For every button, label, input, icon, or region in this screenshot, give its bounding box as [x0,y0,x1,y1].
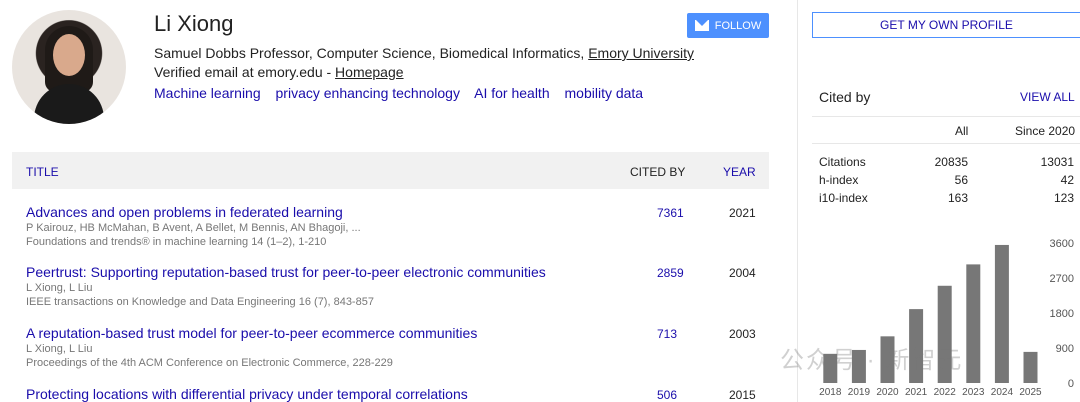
x-tick-label: 2025 [1019,387,1042,398]
bar-2023[interactable] [966,264,981,383]
table-row: A reputation-based trust model for peer-… [26,325,769,369]
cited-count[interactable]: 713 [657,327,677,341]
col-all-header: All [955,124,969,138]
table-header: TITLE CITED BY YEAR [12,152,769,189]
paper-venue: Proceedings of the 4th ACM Conference on… [26,357,393,369]
homepage-link[interactable]: Homepage [335,64,404,80]
x-tick-label: 2020 [876,387,899,398]
y-tick-label: 0 [1068,378,1074,390]
view-all-link[interactable]: VIEW ALL [1020,90,1075,104]
paper-year: 2021 [729,206,756,220]
paper-authors: L Xiong, L Liu [26,282,93,294]
paper-year: 2015 [729,388,756,402]
avatar [12,10,126,124]
sort-by-title[interactable]: TITLE [26,165,59,179]
avatar-face [53,34,85,76]
x-tick-label: 2024 [991,387,1014,398]
stat-since: 42 [1060,173,1074,187]
follow-label: FOLLOW [714,19,762,32]
interest-link[interactable]: privacy enhancing technology [276,85,460,101]
x-tick-label: 2021 [905,387,928,398]
email-text: Verified email at emory.edu - [154,64,336,80]
y-tick-label: 2700 [1050,273,1074,285]
y-tick-label: 3600 [1050,238,1074,250]
research-interests: Machine learning privacy enhancing techn… [154,85,654,101]
table-row: Advances and open problems in federated … [26,204,769,248]
avatar-shoulders [34,84,104,124]
cited-by-heading: Cited by [819,89,871,105]
paper-authors: L Xiong, L Liu [26,343,93,355]
divider [812,143,1080,144]
stat-since: 13031 [1040,155,1074,169]
y-tick-label: 900 [1056,343,1074,355]
profile-name: Li Xiong [154,11,234,36]
paper-authors: P Kairouz, HB McMahan, B Avent, A Bellet… [26,222,361,234]
affiliation-text: Samuel Dobbs Professor, Computer Science… [154,45,589,61]
col-since-header: Since 2020 [1015,124,1076,138]
paper-year: 2004 [729,266,756,280]
stat-all: 163 [947,191,968,205]
x-tick-label: 2018 [819,387,842,398]
watermark: 公众号 · 新智元 [780,347,964,374]
bar-2025[interactable] [1023,351,1038,383]
affiliation-link[interactable]: Emory University [588,45,694,61]
sort-by-year[interactable]: YEAR [723,165,756,179]
x-tick-label: 2022 [934,387,957,398]
verified-email: Verified email at emory.edu - Homepage [154,64,404,80]
get-profile-button[interactable]: GET MY OWN PROFILE [812,12,1080,38]
follow-button[interactable]: FOLLOW [687,13,769,38]
stat-all: 56 [954,173,968,187]
stat-label: i10-index [819,191,868,205]
x-tick-label: 2023 [962,387,985,398]
paper-venue: Foundations and trends® in machine learn… [26,236,327,248]
interest-link[interactable]: mobility data [565,85,644,101]
divider [812,116,1080,117]
interest-link[interactable]: AI for health [474,85,550,101]
table-row: Protecting locations with differential p… [26,386,769,402]
bar-2024[interactable] [994,244,1009,383]
stat-all: 20835 [934,155,968,169]
cited-count[interactable]: 506 [657,388,677,402]
stat-label: h-index [819,173,859,187]
cited-count[interactable]: 7361 [657,206,684,220]
sort-by-cited[interactable]: CITED BY [630,165,685,179]
affiliation: Samuel Dobbs Professor, Computer Science… [154,45,694,61]
paper-year: 2003 [729,327,756,341]
stat-since: 123 [1053,191,1074,205]
table-row: Peertrust: Supporting reputation-based t… [26,264,769,308]
envelope-icon [694,20,709,31]
paper-venue: IEEE transactions on Knowledge and Data … [26,296,374,308]
y-tick-label: 1800 [1050,308,1074,320]
stat-label: Citations [819,155,866,169]
interest-link[interactable]: Machine learning [154,85,261,101]
x-tick-label: 2019 [848,387,871,398]
cited-count[interactable]: 2859 [657,266,684,280]
